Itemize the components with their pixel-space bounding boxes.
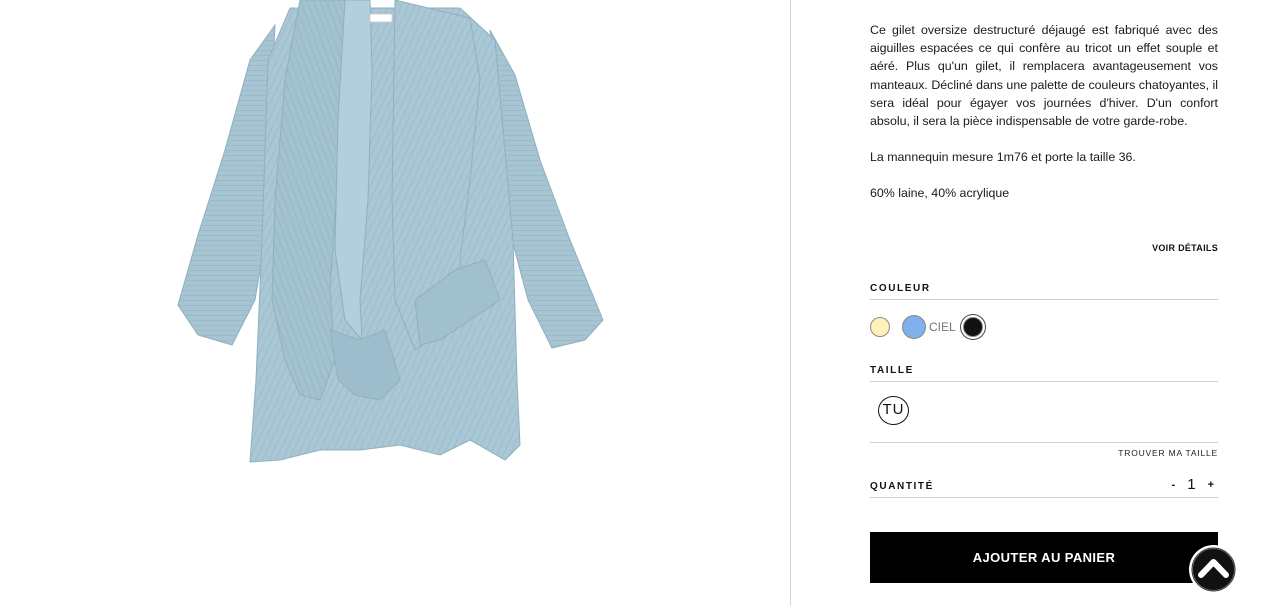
swatch-jaune[interactable] [870, 317, 890, 337]
cardigan-image [177, 0, 604, 463]
quantity-divider [870, 497, 1218, 498]
swatch-ciel[interactable] [902, 315, 926, 339]
quantity-label: QUANTITÉ [870, 481, 934, 492]
panel-divider [790, 0, 791, 606]
swatch-noir[interactable] [962, 317, 983, 337]
color-label: COULEUR [870, 283, 1218, 300]
scroll-to-top-button[interactable] [1189, 545, 1238, 594]
quantity-increase-button[interactable]: + [1208, 479, 1214, 491]
quantity-decrease-button[interactable]: - [1172, 479, 1176, 491]
color-swatches: CIEL [870, 314, 983, 340]
quantity-value[interactable]: 1 [1187, 476, 1195, 493]
product-image[interactable] [0, 0, 790, 606]
quantity-stepper: - 1 + [1172, 476, 1214, 493]
product-description: Ce gilet oversize destructuré déjaugé es… [870, 23, 1218, 129]
details-link[interactable]: VOIR DÉTAILS [1152, 243, 1218, 253]
chevron-up-icon [1189, 545, 1238, 594]
selected-color-name: CIEL [929, 320, 956, 334]
find-size-link[interactable]: TROUVER MA TAILLE [1118, 448, 1218, 458]
size-option-tu[interactable]: TU [878, 396, 909, 425]
composition: 60% laine, 40% acrylique [870, 186, 1010, 200]
model-info: La mannequin mesure 1m76 et porte la tai… [870, 150, 1136, 164]
add-to-cart-button[interactable]: AJOUTER AU PANIER [870, 532, 1218, 583]
size-label: TAILLE [870, 365, 1218, 382]
size-divider [870, 442, 1218, 443]
